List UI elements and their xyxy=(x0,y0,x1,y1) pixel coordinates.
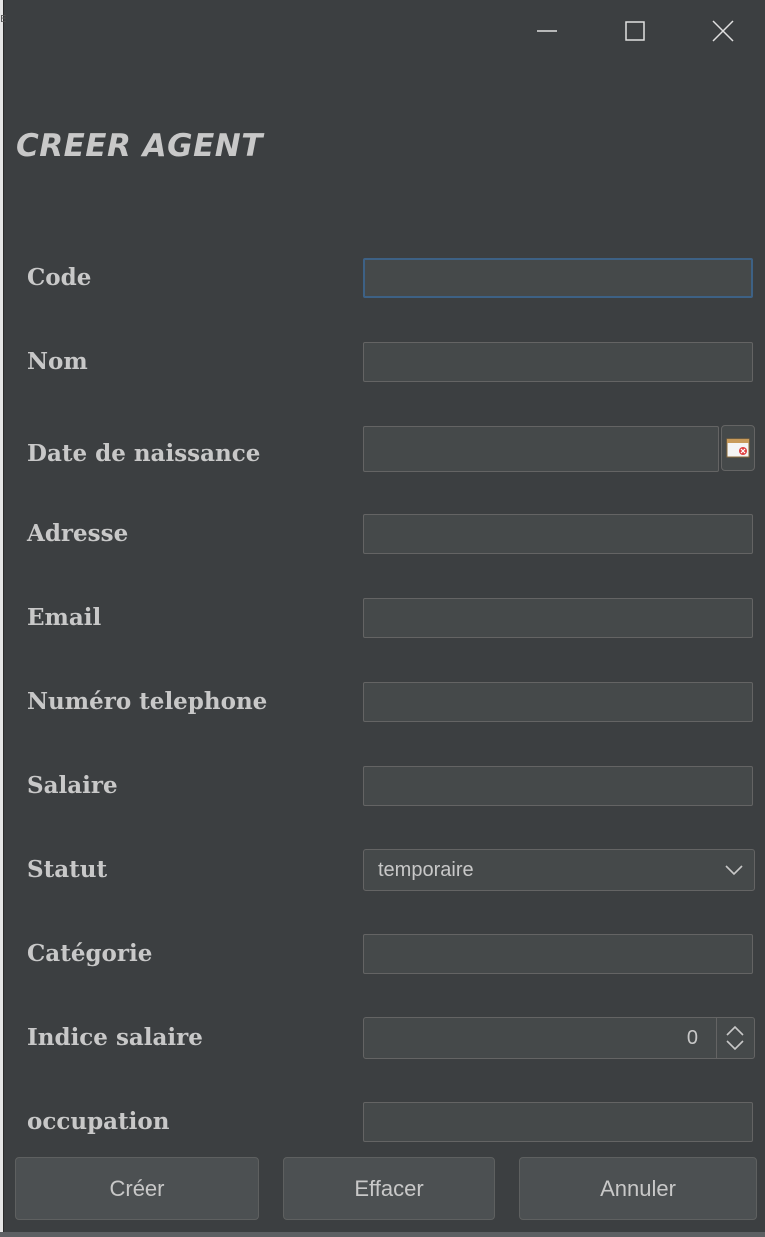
close-icon xyxy=(712,20,734,42)
telephone-label: Numéro telephone xyxy=(27,688,268,715)
salaire-label: Salaire xyxy=(27,772,118,799)
calendar-icon xyxy=(726,438,750,458)
categorie-input[interactable] xyxy=(363,934,753,974)
nom-input[interactable] xyxy=(363,342,753,382)
maximize-icon xyxy=(625,21,645,41)
maximize-button[interactable] xyxy=(590,0,680,62)
email-label: Email xyxy=(27,604,102,631)
title-bar xyxy=(4,0,765,62)
chevron-down-icon xyxy=(725,865,743,876)
statut-label: Statut xyxy=(27,856,108,883)
occupation-label: occupation xyxy=(27,1108,170,1135)
categorie-label: Catégorie xyxy=(27,940,153,967)
telephone-input[interactable] xyxy=(363,682,753,722)
indice-salaire-value: 0 xyxy=(686,1027,698,1049)
adresse-input[interactable] xyxy=(363,514,753,554)
page-title: CREER AGENT xyxy=(16,128,263,164)
code-label: Code xyxy=(27,264,92,291)
nom-label: Nom xyxy=(27,348,88,375)
cancel-button[interactable]: Annuler xyxy=(519,1157,757,1220)
minimize-button[interactable] xyxy=(502,0,592,62)
occupation-input[interactable] xyxy=(363,1102,753,1142)
email-input[interactable] xyxy=(363,598,753,638)
date-naissance-input[interactable] xyxy=(363,426,719,472)
statut-selected-value: temporaire xyxy=(378,859,474,881)
window-bottom-border xyxy=(0,1232,765,1237)
spinner-separator xyxy=(716,1018,717,1058)
spinner-arrows-icon[interactable] xyxy=(724,1024,746,1052)
clear-button[interactable]: Effacer xyxy=(283,1157,495,1220)
adresse-label: Adresse xyxy=(27,520,129,547)
close-button[interactable] xyxy=(678,0,765,62)
date-naissance-label: Date de naissance xyxy=(27,440,261,467)
statut-select[interactable]: temporaire xyxy=(363,849,755,891)
create-button[interactable]: Créer xyxy=(15,1157,259,1220)
minimize-icon xyxy=(537,30,557,32)
indice-salaire-label: Indice salaire xyxy=(27,1024,203,1051)
window-border xyxy=(3,0,4,1237)
date-picker-button[interactable] xyxy=(721,425,755,471)
indice-salaire-spinner[interactable]: 0 xyxy=(363,1017,755,1059)
code-input[interactable] xyxy=(363,258,753,298)
salaire-input[interactable] xyxy=(363,766,753,806)
